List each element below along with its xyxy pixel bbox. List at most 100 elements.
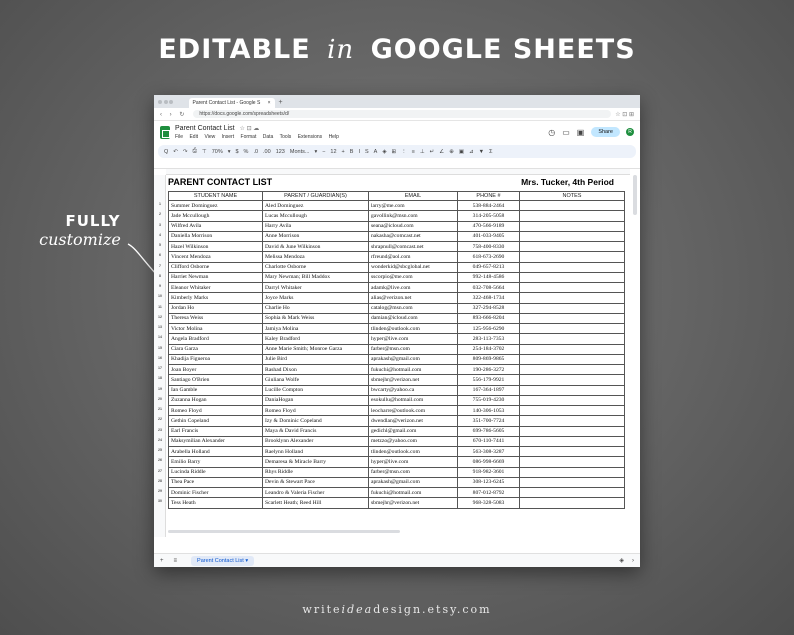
toolbar-item[interactable]: ⊤ <box>202 149 207 155</box>
toolbar-item[interactable]: I <box>358 149 360 155</box>
email-cell[interactable]: esokullu@hotmail.com <box>368 394 458 407</box>
student-name-cell[interactable]: Jade Mccullough <box>168 210 263 222</box>
parent-cell[interactable]: Devin & Stewart Pace <box>262 476 369 489</box>
student-name-cell[interactable]: Earl Francis <box>168 425 263 437</box>
row-number[interactable]: 18 <box>154 376 166 380</box>
header-notes[interactable]: NOTES <box>519 191 625 201</box>
student-name-cell[interactable]: Angela Bradford <box>168 333 263 345</box>
phone-cell[interactable]: 670-110-7441 <box>457 435 520 448</box>
row-number[interactable]: 3 <box>154 223 166 227</box>
all-sheets-icon[interactable]: ≡ <box>174 558 178 564</box>
toolbar-item[interactable]: ▾ <box>314 149 317 155</box>
notes-cell[interactable] <box>519 240 625 253</box>
notes-cell[interactable] <box>519 322 625 335</box>
email-cell[interactable]: sscorpio@me.com <box>368 271 458 284</box>
row-number[interactable]: 20 <box>154 397 166 401</box>
email-cell[interactable]: hyper@live.com <box>368 456 458 468</box>
parent-cell[interactable]: DaniaHogan <box>262 394 369 407</box>
row-number[interactable]: 12 <box>154 315 166 319</box>
menu-view[interactable]: View <box>204 134 215 140</box>
toolbar-item[interactable]: .0 <box>253 149 258 155</box>
email-cell[interactable]: tlinden@outlook.com <box>368 322 458 335</box>
toolbar-item[interactable]: ▣ <box>459 149 464 155</box>
star-icon[interactable]: ☆ ⊡ ☁ <box>240 126 260 132</box>
parent-cell[interactable]: Mary Newman; Bill Maddox <box>262 271 369 284</box>
notes-cell[interactable] <box>519 261 625 273</box>
row-number[interactable]: 25 <box>154 448 166 452</box>
parent-cell[interactable]: Harry Avila <box>262 220 369 232</box>
notes-cell[interactable] <box>519 374 625 386</box>
menu-edit[interactable]: Edit <box>189 134 198 140</box>
email-cell[interactable]: fukuchi@hotmail.com <box>368 363 458 376</box>
row-number[interactable]: 9 <box>154 284 166 288</box>
email-cell[interactable]: dwendlan@verizon.net <box>368 415 458 427</box>
toolbar-item[interactable]: 123 <box>276 149 285 155</box>
parent-cell[interactable]: Kaley Bradford <box>262 333 369 345</box>
email-cell[interactable]: gavollink@msn.com <box>368 210 458 222</box>
avatar[interactable]: R <box>626 128 634 136</box>
email-cell[interactable]: seana@icloud.com <box>368 220 458 232</box>
notes-cell[interactable] <box>519 230 625 243</box>
row-number[interactable]: 13 <box>154 325 166 329</box>
sheet-tab[interactable]: Parent Contact List ▾ <box>191 555 255 566</box>
parent-cell[interactable]: Raelynn Holland <box>262 445 369 458</box>
menu-format[interactable]: Format <box>241 134 257 140</box>
toolbar-item[interactable]: ⊞ <box>392 149 397 155</box>
collapse-icon[interactable]: › <box>632 558 634 564</box>
header-email[interactable]: EMAIL <box>368 191 458 201</box>
toolbar-item[interactable]: A <box>374 149 378 155</box>
formula-bar[interactable] <box>154 158 640 169</box>
toolbar-item[interactable]: ⊕ <box>449 149 454 155</box>
student-name-cell[interactable]: Zuzanna Hogan <box>168 394 263 407</box>
notes-cell[interactable] <box>519 220 625 232</box>
notes-cell[interactable] <box>519 415 625 427</box>
parent-cell[interactable]: Anne Marie Smith; Monroe Garza <box>262 343 369 355</box>
row-number[interactable]: 15 <box>154 346 166 350</box>
phone-cell[interactable]: 893-666-8204 <box>457 312 520 325</box>
chevron-down-icon[interactable]: ▾ <box>245 558 248 564</box>
phone-cell[interactable]: 807-012-8792 <box>457 486 520 499</box>
row-number[interactable]: 17 <box>154 366 166 370</box>
student-name-cell[interactable]: Ciara Garza <box>168 343 263 355</box>
nav-buttons[interactable]: ‹ › ↻ <box>160 111 187 118</box>
toolbar-item[interactable]: ⎙ <box>193 148 197 155</box>
menu-tools[interactable]: Tools <box>280 134 292 140</box>
row-number[interactable]: 27 <box>154 469 166 473</box>
toolbar-item[interactable]: 12 <box>330 149 336 155</box>
toolbar-item[interactable]: ◈ <box>382 149 386 155</box>
student-name-cell[interactable]: Romeo Floyd <box>168 404 263 417</box>
row-number[interactable]: 2 <box>154 212 166 216</box>
toolbar-item[interactable]: S <box>365 149 369 155</box>
parent-cell[interactable]: Sophia & Mark Weiss <box>262 312 369 325</box>
notes-cell[interactable] <box>519 343 625 355</box>
class-label[interactable]: Mrs. Tucker, 4th Period <box>521 177 614 187</box>
new-tab-icon[interactable]: + <box>279 98 283 108</box>
window-dot-icon[interactable] <box>169 100 173 104</box>
student-name-cell[interactable]: Eleanor Whitaker <box>168 281 263 294</box>
row-number[interactable]: 23 <box>154 428 166 432</box>
url-field[interactable]: https://docs.google.com/spreadsheets/d/ <box>193 110 612 118</box>
header-parent[interactable]: PARENT / GUARDIAN(S) <box>262 191 369 201</box>
row-number[interactable]: 26 <box>154 458 166 462</box>
email-cell[interactable]: wonderkid@sbcglobal.net <box>368 261 458 273</box>
row-number[interactable]: 28 <box>154 479 166 483</box>
student-name-cell[interactable]: Ian Gamble <box>168 384 263 396</box>
email-cell[interactable]: shrapnull@comcast.net <box>368 240 458 253</box>
student-name-cell[interactable]: Lucinda Riddle <box>168 466 263 478</box>
toolbar-item[interactable]: ⊿ <box>469 149 474 155</box>
phone-cell[interactable]: 049-657-8213 <box>457 261 520 273</box>
add-sheet-icon[interactable]: + <box>160 558 164 564</box>
student-name-cell[interactable]: Wilfred Avila <box>168 220 263 232</box>
parent-cell[interactable]: Jamiya Molina <box>262 322 369 335</box>
notes-cell[interactable] <box>519 333 625 345</box>
parent-cell[interactable]: Rashad Dixon <box>262 363 369 376</box>
notes-cell[interactable] <box>519 425 625 437</box>
email-cell[interactable]: aprakash@gmail.com <box>368 353 458 366</box>
sheet-title[interactable]: PARENT CONTACT LIST <box>168 177 272 187</box>
parent-cell[interactable]: Joyce Marks <box>262 292 369 304</box>
email-cell[interactable]: tlinden@outlook.com <box>368 445 458 458</box>
phone-cell[interactable]: 618-673-2690 <box>457 251 520 263</box>
student-name-cell[interactable]: Daniella Morrison <box>168 230 263 243</box>
parent-cell[interactable]: Julie Bird <box>262 353 369 366</box>
vertical-scrollbar[interactable] <box>633 175 637 215</box>
